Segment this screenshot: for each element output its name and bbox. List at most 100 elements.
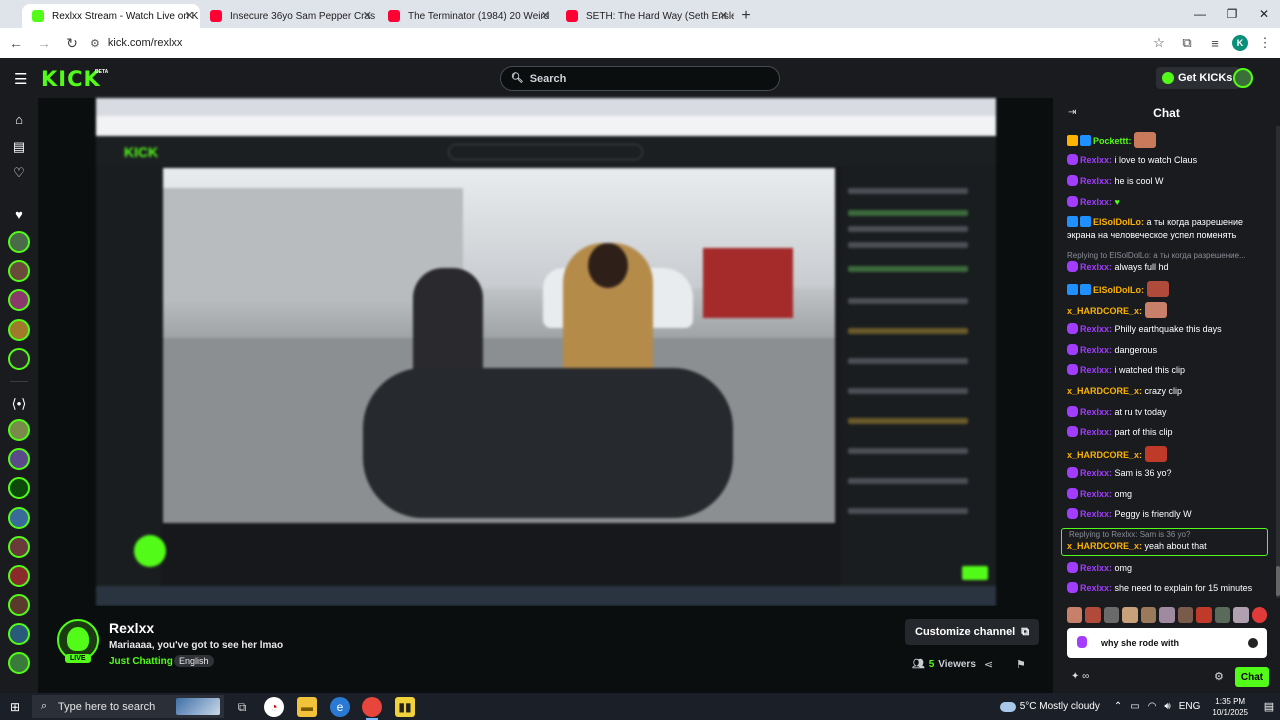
emote-button[interactable]	[1233, 607, 1249, 623]
video-player[interactable]: KICK	[38, 98, 1053, 606]
recommended-channel-avatar[interactable]	[8, 594, 30, 616]
network-icon[interactable]: ▭	[1130, 701, 1139, 712]
recommended-channel-avatar[interactable]	[8, 448, 30, 470]
chat-username[interactable]: Rexlxx:	[1080, 427, 1112, 437]
language-indicator[interactable]: ENG	[1179, 701, 1201, 712]
browser-tab-youtube-3[interactable]: SETH: The Hard Way (Seth Ensle ✕	[556, 4, 734, 28]
profile-avatar[interactable]: K	[1232, 35, 1248, 51]
browser-tab-youtube-1[interactable]: Insecure 36yo Sam Pepper Cras ✕	[200, 4, 378, 28]
emote-button[interactable]	[1103, 607, 1120, 623]
site-info-icon[interactable]: ⚙	[90, 37, 100, 50]
chat-scrollbar[interactable]	[1276, 126, 1280, 598]
chat-username[interactable]: Rexlxx:	[1080, 262, 1112, 272]
chat-username[interactable]: Rexlxx:	[1080, 324, 1112, 334]
wifi-icon[interactable]: ◠	[1148, 701, 1157, 712]
kick-logo[interactable]: KICK	[41, 67, 101, 91]
browser-tab-youtube-2[interactable]: The Terminator (1984) 20 Weird ✕	[378, 4, 556, 28]
chat-username[interactable]: Rexlxx:	[1080, 407, 1112, 417]
user-avatar[interactable]	[1233, 68, 1253, 88]
app-icon[interactable]: ◔	[264, 697, 284, 717]
close-tab-icon[interactable]: ✕	[185, 9, 194, 22]
emote-button[interactable]	[1214, 607, 1231, 623]
customize-channel-button[interactable]: Customize channel ⧉	[905, 619, 1040, 645]
recommended-channel-avatar[interactable]	[8, 652, 30, 674]
forward-icon[interactable]: →	[32, 31, 56, 55]
emote-button[interactable]	[1122, 607, 1138, 623]
close-tab-icon[interactable]: ✕	[363, 9, 372, 22]
clock[interactable]: 1:35 PM 10/1/2025	[1212, 696, 1248, 718]
emote-button[interactable]	[1085, 607, 1101, 623]
close-tab-icon[interactable]: ✕	[541, 9, 550, 22]
chat-username[interactable]: Rexlxx:	[1080, 489, 1112, 499]
share-icon[interactable]: ⋖	[984, 658, 993, 671]
home-icon[interactable]: ⌂	[11, 112, 27, 128]
chat-username[interactable]: Rexlxx:	[1080, 468, 1112, 478]
kicks-infinity-icon[interactable]: ✦ ∞	[1071, 671, 1089, 682]
media-controls-icon[interactable]: ≡	[1204, 31, 1226, 55]
close-tab-icon[interactable]: ✕	[719, 9, 728, 22]
language-tag[interactable]: English	[174, 655, 214, 667]
browser-menu-icon[interactable]: ⋮	[1254, 31, 1276, 55]
get-kicks-button[interactable]: Get KICKs	[1156, 67, 1241, 89]
extensions-icon[interactable]: ⧉	[1176, 31, 1198, 55]
app-icon[interactable]: ▮▮	[395, 697, 415, 717]
chat-username[interactable]: x_HARDCORE_x:	[1067, 450, 1142, 460]
followed-channel-avatar[interactable]	[8, 289, 30, 311]
chat-input[interactable]: why she rode with	[1067, 628, 1267, 658]
restore-icon[interactable]: ❐	[1216, 0, 1248, 28]
windows-start-icon[interactable]: ⊞	[10, 700, 20, 714]
channel-name[interactable]: Rexlxx	[109, 620, 154, 636]
chat-username[interactable]: x_HARDCORE_x:	[1067, 386, 1142, 396]
taskbar-search-input[interactable]: ⌕ Type here to search	[32, 695, 224, 718]
recommended-channel-avatar[interactable]	[8, 477, 30, 499]
chat-username[interactable]: Rexlxx:	[1080, 197, 1112, 207]
notifications-icon[interactable]: ▤	[1258, 700, 1280, 713]
volume-icon[interactable]: 🔊︎	[1164, 701, 1170, 712]
stream-category-link[interactable]: Just Chatting	[109, 656, 173, 667]
new-tab-button[interactable]: +	[734, 4, 758, 28]
chat-username[interactable]: x_HARDCORE_x:	[1067, 541, 1142, 551]
followed-channel-avatar[interactable]	[8, 348, 30, 370]
emote-button[interactable]	[1067, 607, 1083, 623]
chat-username[interactable]: Rexlxx:	[1080, 563, 1112, 573]
task-view-icon[interactable]: ⧉	[232, 697, 252, 717]
hamburger-menu-icon[interactable]: ☰	[14, 70, 27, 88]
emote-button[interactable]	[1140, 607, 1157, 623]
edge-icon[interactable]: e	[330, 697, 350, 717]
follow-user-icon[interactable]: ⚑	[1016, 658, 1026, 671]
recommended-channel-avatar[interactable]	[8, 623, 30, 645]
browser-tab-kick[interactable]: Rexlxx Stream - Watch Live on K ✕	[22, 4, 200, 28]
chat-username[interactable]: Rexlxx:	[1080, 365, 1112, 375]
close-window-icon[interactable]: ✕	[1248, 0, 1280, 28]
emote-button[interactable]	[1251, 607, 1267, 623]
reply-context[interactable]: Replying to ElSolDolLo: а ты когда разре…	[1067, 251, 1272, 260]
emote-button[interactable]	[1196, 607, 1212, 623]
url-field[interactable]: ⚙ kick.com/rexlxx	[82, 31, 1164, 55]
recommended-channel-avatar[interactable]	[8, 565, 30, 587]
browse-icon[interactable]: ▤	[11, 139, 27, 155]
search-input[interactable]: 🔍︎ Search	[500, 66, 780, 91]
minimize-icon[interactable]: —	[1184, 0, 1216, 28]
chat-username[interactable]: Rexlxx:	[1080, 155, 1112, 165]
chat-username[interactable]: Rexlxx:	[1080, 176, 1112, 186]
chat-username[interactable]: Rexlxx:	[1080, 583, 1112, 593]
reload-icon[interactable]: ↻	[60, 31, 84, 55]
chat-username[interactable]: Rexlxx:	[1080, 509, 1112, 519]
weather-widget[interactable]: 5°C Mostly cloudy	[999, 701, 1100, 712]
followed-channel-avatar[interactable]	[8, 319, 30, 341]
chat-username[interactable]: x_HARDCORE_x:	[1067, 306, 1142, 316]
emoji-picker-icon[interactable]	[1248, 638, 1258, 648]
chat-username[interactable]: ElSolDolLo:	[1093, 285, 1144, 295]
back-icon[interactable]: ←	[4, 31, 28, 55]
followed-channel-avatar[interactable]	[8, 260, 30, 282]
chat-settings-icon[interactable]: ⚙	[1214, 670, 1224, 683]
emote-button[interactable]	[1177, 607, 1194, 623]
chat-username[interactable]: Rexlxx:	[1080, 345, 1112, 355]
bookmark-star-icon[interactable]: ☆	[1148, 31, 1170, 55]
recommended-channel-avatar[interactable]	[8, 536, 30, 558]
followed-channel-avatar[interactable]	[8, 231, 30, 253]
chrome-icon[interactable]	[362, 697, 382, 720]
chevron-up-icon[interactable]: ⌃	[1114, 701, 1122, 712]
reply-context[interactable]: Replying to Rexlxx: Sam is 36 yo?	[1069, 530, 1274, 539]
emote-button[interactable]	[1159, 607, 1175, 623]
